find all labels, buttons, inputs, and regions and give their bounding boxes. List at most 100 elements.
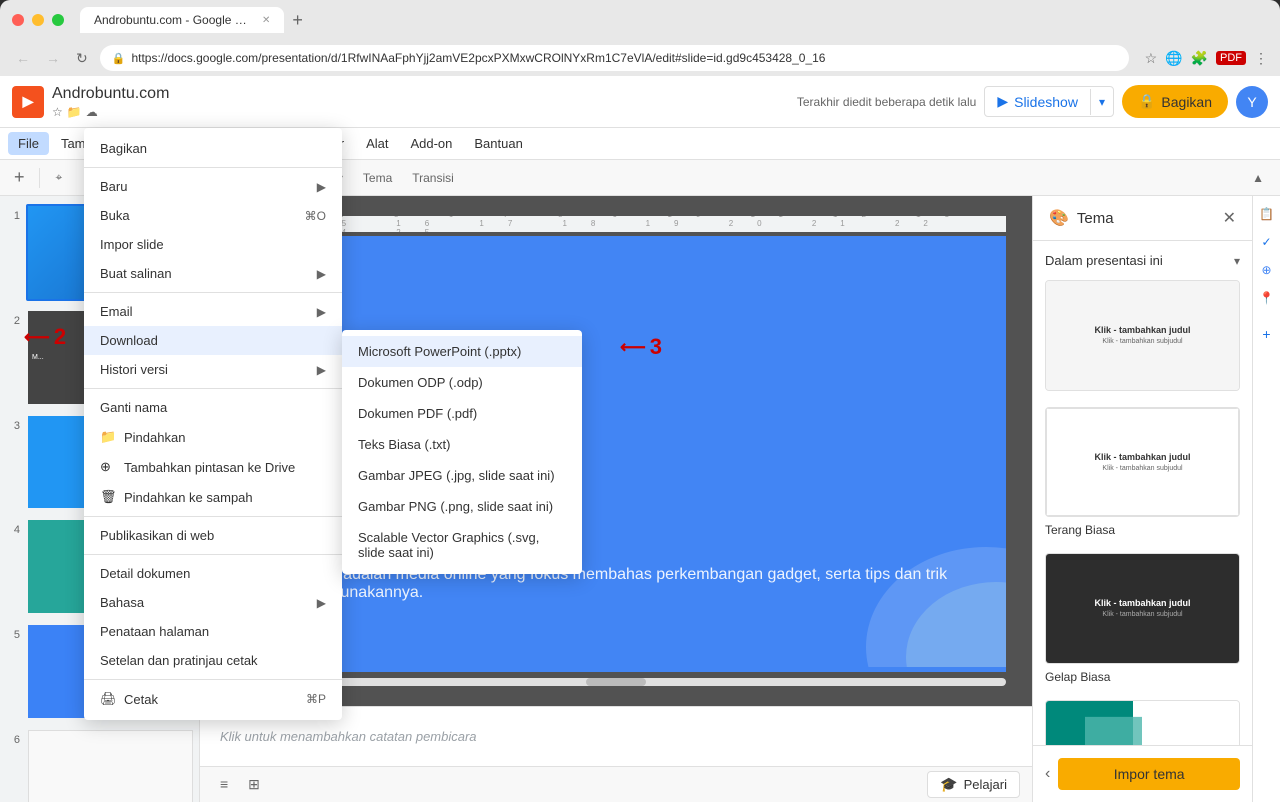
theme-preview-light-1: Klik - tambahkan judul Klik - tambahkan …	[1046, 281, 1239, 390]
download-svg[interactable]: Scalable Vector Graphics (.svg, slide sa…	[342, 522, 582, 568]
download-odp-label: Dokumen ODP (.odp)	[358, 375, 483, 390]
theme-item-4[interactable]: Klik - tambahkan judul Klik - tambahkan …	[1045, 700, 1240, 745]
download-png[interactable]: Gambar PNG (.png, slide saat ini)	[342, 491, 582, 522]
download-png-label: Gambar PNG (.png, slide saat ini)	[358, 499, 553, 514]
download-pdf[interactable]: Dokumen PDF (.pdf)	[342, 398, 582, 429]
bottom-bar: ≡ ⊞ 🎓 Pelajari	[200, 766, 1032, 802]
address-bar: ← → ↻ 🔒 https://docs.google.com/presenta…	[0, 40, 1280, 76]
file-menu-detail-label: Detail dokumen	[100, 566, 326, 581]
profile-button[interactable]: 🌐	[1165, 50, 1182, 67]
pdf-button[interactable]: PDF	[1216, 51, 1246, 65]
file-menu-cetak-shortcut: ⌘P	[306, 692, 326, 706]
bookmark-button[interactable]: ☆	[1145, 50, 1158, 67]
new-tab-button[interactable]: +	[292, 10, 303, 31]
view-controls: ≡ ⊞	[212, 772, 268, 797]
theme-item-3[interactable]: Klik - tambahkan judul Klik - tambahkan …	[1045, 553, 1240, 684]
minimize-button[interactable]	[32, 14, 44, 26]
file-menu-pintasan-label: Tambahkan pintasan ke Drive	[124, 460, 326, 475]
app-title: Androbuntu.com	[52, 85, 169, 103]
collapse-toolbar-button[interactable]: ▲	[1244, 167, 1272, 189]
title-bar: Androbuntu.com - Google Slide ✕ +	[0, 0, 1280, 40]
download-txt[interactable]: Teks Biasa (.txt)	[342, 429, 582, 460]
add-slide-button[interactable]: +	[8, 165, 31, 190]
download-svg-label: Scalable Vector Graphics (.svg, slide sa…	[358, 530, 539, 560]
file-menu-bagikan[interactable]: Bagikan	[84, 134, 342, 163]
list-view-button[interactable]: ≡	[212, 772, 236, 797]
tab-close-icon[interactable]: ✕	[262, 15, 270, 26]
right-icon-2[interactable]: ✓	[1257, 232, 1277, 252]
theme-item-1[interactable]: Klik - tambahkan judul Klik - tambahkan …	[1045, 280, 1240, 391]
right-icon-1[interactable]: 📋	[1257, 204, 1277, 224]
import-theme-button[interactable]: Impor tema	[1058, 758, 1240, 790]
cloud-icon[interactable]: ☁	[86, 105, 98, 119]
file-menu-pindahkan[interactable]: 📁 Pindahkan	[84, 422, 342, 452]
menu-item-file[interactable]: File	[8, 132, 49, 155]
maximize-button[interactable]	[52, 14, 64, 26]
file-menu-setelan[interactable]: Setelan dan pratinjau cetak	[84, 646, 342, 675]
theme-preview-4: Klik - tambahkan judul Klik - tambahkan …	[1045, 700, 1240, 745]
right-icon-4[interactable]: 📍	[1257, 288, 1277, 308]
refresh-button[interactable]: ↻	[72, 48, 92, 69]
slide-num-2: 2	[4, 315, 20, 327]
forward-button[interactable]: →	[42, 48, 64, 68]
extension-button[interactable]: 🧩	[1191, 50, 1208, 67]
drive-icon: ⊕	[100, 459, 116, 475]
download-pptx-label: Microsoft PowerPoint (.pptx)	[358, 344, 521, 359]
file-menu-buka[interactable]: Buka ⌘O	[84, 201, 342, 230]
file-menu-salinan-arrow: ▶	[317, 267, 326, 281]
file-menu-histori[interactable]: Histori versi ▶	[84, 355, 342, 384]
learner-button[interactable]: 🎓 Pelajari	[927, 771, 1020, 798]
download-pptx[interactable]: Microsoft PowerPoint (.pptx) ⟵ 3	[342, 336, 582, 367]
notes-placeholder[interactable]: Klik untuk menambahkan catatan pembicara	[220, 729, 477, 744]
url-bar[interactable]: 🔒 https://docs.google.com/presentation/d…	[100, 45, 1129, 71]
file-menu-cetak[interactable]: 🖨 Cetak ⌘P	[84, 684, 342, 714]
themes-section-arrow[interactable]: ▾	[1234, 254, 1240, 268]
right-icon-3[interactable]: ⊕	[1257, 260, 1277, 280]
file-menu-baru[interactable]: Baru ▶	[84, 172, 342, 201]
app-logo: ▶	[12, 86, 44, 118]
file-menu-ganti-nama[interactable]: Ganti nama	[84, 393, 342, 422]
download-jpeg[interactable]: Gambar JPEG (.jpg, slide saat ini)	[342, 460, 582, 491]
grid-view-button[interactable]: ⊞	[240, 772, 268, 797]
user-avatar[interactable]: Y	[1236, 86, 1268, 118]
share-button[interactable]: 🔒 Bagikan	[1122, 85, 1228, 118]
file-menu-impor[interactable]: Impor slide	[84, 230, 342, 259]
download-jpeg-label: Gambar JPEG (.jpg, slide saat ini)	[358, 468, 555, 483]
slideshow-dropdown-button[interactable]: ▾	[1090, 89, 1113, 115]
download-odp[interactable]: Dokumen ODP (.odp)	[342, 367, 582, 398]
file-menu-bahasa[interactable]: Bahasa ▶	[84, 588, 342, 617]
menu-button[interactable]: ⋮	[1254, 50, 1268, 67]
active-tab[interactable]: Androbuntu.com - Google Slide ✕	[80, 7, 284, 33]
url-text: https://docs.google.com/presentation/d/1…	[131, 51, 825, 65]
file-menu-detail[interactable]: Detail dokumen	[84, 559, 342, 588]
slide-num-6: 6	[4, 734, 20, 746]
close-button[interactable]	[12, 14, 24, 26]
annotation-3-arrow: ⟵	[620, 337, 646, 358]
themes-close-button[interactable]: ✕	[1223, 208, 1236, 228]
file-menu-download[interactable]: Download ⟵ 2	[84, 326, 342, 355]
file-menu-pintasan[interactable]: ⊕ Tambahkan pintasan ke Drive	[84, 452, 342, 482]
themes-add-button[interactable]: +	[1257, 324, 1277, 344]
browser-chrome: Androbuntu.com - Google Slide ✕ + ← → ↻ …	[0, 0, 1280, 76]
menu-item-alat[interactable]: Alat	[356, 132, 398, 155]
theme-button[interactable]: Tema	[355, 167, 400, 189]
star-icon[interactable]: ☆	[52, 105, 63, 119]
slideshow-main-button[interactable]: ▶ Slideshow	[985, 87, 1090, 116]
file-menu-email[interactable]: Email ▶	[84, 297, 342, 326]
menu-item-addon[interactable]: Add-on	[400, 132, 462, 155]
slide-thumbnail-6[interactable]	[26, 728, 195, 802]
file-menu-publikasikan-label: Publikasikan di web	[100, 528, 326, 543]
folder-icon[interactable]: 📁	[67, 105, 82, 119]
file-menu-salinan[interactable]: Buat salinan ▶	[84, 259, 342, 288]
file-menu-penataan[interactable]: Penataan halaman	[84, 617, 342, 646]
file-menu-sampah[interactable]: 🗑 Pindahkan ke sampah	[84, 482, 342, 512]
horizontal-scrollbar[interactable]	[226, 678, 1006, 686]
zoom-button[interactable]: ⌖	[48, 166, 71, 189]
themes-prev-button[interactable]: ‹	[1045, 765, 1050, 783]
file-menu-publikasikan[interactable]: Publikasikan di web	[84, 521, 342, 550]
transition-button[interactable]: Transisi	[404, 167, 462, 189]
theme-item-2[interactable]: Klik - tambahkan judul Klik - tambahkan …	[1045, 407, 1240, 538]
menu-item-bantuan[interactable]: Bantuan	[464, 132, 532, 155]
slide-thumb-6[interactable]: 6	[4, 728, 195, 802]
back-button[interactable]: ←	[12, 48, 34, 68]
